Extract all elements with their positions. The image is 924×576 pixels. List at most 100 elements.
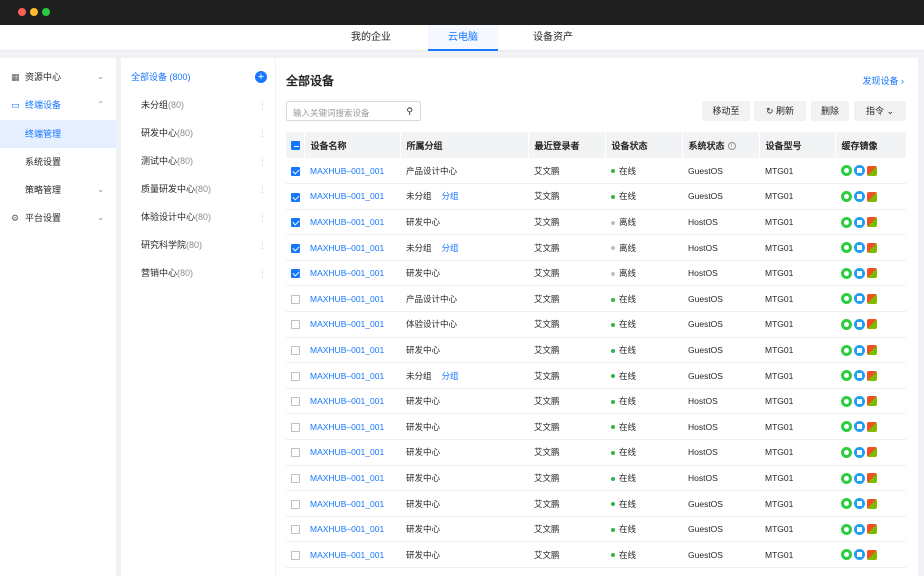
device-name-link[interactable]: MAXHUB–001_001 bbox=[310, 268, 384, 278]
sidebar-item-resource-center[interactable]: ▦ 资源中心 ⌄ bbox=[0, 63, 116, 91]
table-row[interactable]: MAXHUB–001_001 研发中心 艾文鹏 在线 HostOS MTG01 bbox=[286, 439, 906, 466]
table-row[interactable]: MAXHUB–001_001 体验设计中心 艾文鹏 在线 GuestOS MTG01 bbox=[286, 311, 906, 338]
info-icon[interactable]: i bbox=[727, 142, 736, 151]
status-dot-icon bbox=[611, 374, 615, 379]
device-name-link[interactable]: MAXHUB–001_001 bbox=[310, 371, 384, 381]
sidebar-item-platform-settings[interactable]: ⚙ 平台设置 ⌄ bbox=[0, 204, 116, 232]
assign-group-link[interactable]: 分组 bbox=[442, 191, 459, 201]
row-checkbox[interactable] bbox=[291, 371, 300, 381]
more-icon[interactable]: ⋮ bbox=[258, 259, 267, 287]
table-row[interactable]: MAXHUB–001_001 产品设计中心 艾文鹏 在线 GuestOS MTG01 bbox=[286, 158, 906, 185]
row-checkbox[interactable] bbox=[291, 397, 300, 407]
table-row[interactable]: MAXHUB–001_001 研发中心 艾文鹏 离线 HostOS MTG01 bbox=[286, 260, 906, 287]
group-item[interactable]: 研发中心(80) ⋮ bbox=[121, 119, 275, 147]
command-button[interactable]: 指令 ⌄ bbox=[854, 101, 906, 121]
add-group-button[interactable]: + bbox=[255, 71, 267, 83]
table-row[interactable]: MAXHUB–001_001 研发中心 艾文鹏 在线 GuestOS MTG01 bbox=[286, 516, 906, 543]
group-item[interactable]: 测试中心(80) ⋮ bbox=[121, 147, 275, 175]
status-dot-icon bbox=[611, 169, 615, 174]
select-all-checkbox[interactable] bbox=[291, 141, 300, 151]
monitor-icon: ▭ bbox=[11, 100, 20, 110]
group-all-devices[interactable]: 全部设备 (800) + bbox=[121, 63, 275, 91]
row-checkbox[interactable] bbox=[291, 166, 300, 176]
minimize-window-button[interactable] bbox=[30, 8, 38, 16]
row-checkbox[interactable] bbox=[291, 269, 300, 279]
device-name-link[interactable]: MAXHUB–001_001 bbox=[310, 447, 384, 457]
col-header: 系统状态 i bbox=[682, 132, 760, 158]
close-window-button[interactable] bbox=[18, 8, 26, 16]
table-row[interactable]: MAXHUB–001_001 研发中心 艾文鹏 在线 GuestOS MTG01 bbox=[286, 337, 906, 364]
refresh-button[interactable]: ↻ 刷新 bbox=[754, 101, 806, 121]
windows-xp-icon bbox=[867, 165, 877, 176]
table-row[interactable]: MAXHUB–001_001 研发中心 艾文鹏 在线 HostOS MTG01 bbox=[286, 465, 906, 492]
row-checkbox[interactable] bbox=[291, 499, 300, 509]
more-icon[interactable]: ⋮ bbox=[258, 203, 267, 231]
sidebar-item-terminal-devices[interactable]: ▭ 终端设备 ⌃ bbox=[0, 91, 116, 119]
search-icon[interactable]: ⚲ bbox=[406, 106, 413, 117]
device-name-link[interactable]: MAXHUB–001_001 bbox=[310, 191, 384, 201]
maximize-window-button[interactable] bbox=[42, 8, 50, 16]
row-checkbox[interactable] bbox=[291, 320, 300, 330]
discover-devices-link[interactable]: 发现设备 › bbox=[862, 74, 904, 87]
group-item[interactable]: 营销中心(80) ⋮ bbox=[121, 259, 275, 287]
row-checkbox[interactable] bbox=[291, 294, 300, 304]
device-name-link[interactable]: MAXHUB–001_001 bbox=[310, 499, 384, 509]
device-name-link[interactable]: MAXHUB–001_001 bbox=[310, 319, 384, 329]
table-row[interactable]: MAXHUB–001_001 研发中心 艾文鹏 离线 HostOS MTG01 bbox=[286, 209, 906, 236]
row-checkbox[interactable] bbox=[291, 474, 300, 484]
more-icon[interactable]: ⋮ bbox=[258, 91, 267, 119]
group-item[interactable]: 体验设计中心(80) ⋮ bbox=[121, 203, 275, 231]
device-name-link[interactable]: MAXHUB–001_001 bbox=[310, 396, 384, 406]
device-name-link[interactable]: MAXHUB–001_001 bbox=[310, 422, 384, 432]
table-row[interactable]: MAXHUB–001_001 研发中心 艾文鹏 在线 GuestOS MTG01 bbox=[286, 490, 906, 517]
device-name-link[interactable]: MAXHUB–001_001 bbox=[310, 243, 384, 253]
status-text: 在线 bbox=[619, 344, 637, 355]
device-name-link[interactable]: MAXHUB–001_001 bbox=[310, 524, 384, 534]
table-row[interactable]: MAXHUB–001_001 未分组 分组 艾文鹏 在线 GuestOS MTG01 bbox=[286, 183, 906, 210]
table-row[interactable]: MAXHUB–001_001 未分组 分组 艾文鹏 离线 HostOS MTG01 bbox=[286, 234, 906, 261]
device-name-link[interactable]: MAXHUB–001_001 bbox=[310, 294, 384, 304]
assign-group-link[interactable]: 分组 bbox=[442, 243, 459, 253]
group-item[interactable]: 质量研发中心(80) ⋮ bbox=[121, 175, 275, 203]
sidebar-item-terminal-management[interactable]: 终端管理 bbox=[0, 120, 116, 148]
table-row[interactable]: MAXHUB–001_001 未分组 分组 艾文鹏 在线 GuestOS MTG01 bbox=[286, 362, 906, 389]
more-icon[interactable]: ⋮ bbox=[258, 147, 267, 175]
tab-cloud-pc[interactable]: 云电脑 bbox=[428, 25, 498, 51]
table-row[interactable]: MAXHUB–001_001 研发中心 艾文鹏 在线 HostOS MTG01 bbox=[286, 413, 906, 441]
more-icon[interactable]: ⋮ bbox=[258, 175, 267, 203]
tab-my-enterprise[interactable]: 我的企业 bbox=[336, 25, 406, 51]
row-checkbox[interactable] bbox=[291, 525, 300, 535]
more-icon[interactable]: ⋮ bbox=[258, 119, 267, 147]
table-row[interactable]: MAXHUB–001_001 研发中心 艾文鹏 在线 GuestOS MTG01 bbox=[286, 541, 906, 568]
more-icon[interactable]: ⋮ bbox=[258, 231, 267, 259]
move-to-button[interactable]: 移动至 bbox=[702, 101, 750, 121]
device-name-link[interactable]: MAXHUB–001_001 bbox=[310, 550, 384, 560]
device-name-link[interactable]: MAXHUB–001_001 bbox=[310, 345, 384, 355]
device-status-cell: 离线 bbox=[605, 234, 682, 261]
device-name-link[interactable]: MAXHUB–001_001 bbox=[310, 217, 384, 227]
row-checkbox[interactable] bbox=[291, 192, 300, 202]
table-row[interactable]: MAXHUB–001_001 研发中心 艾文鹏 在线 HostOS MTG01 bbox=[286, 388, 906, 415]
row-checkbox[interactable] bbox=[291, 346, 300, 356]
sidebar-item-system-settings[interactable]: 系统设置 bbox=[0, 148, 116, 176]
last-user-cell: 艾文鹏 bbox=[528, 465, 605, 492]
status-dot-icon bbox=[611, 502, 615, 507]
row-checkbox[interactable] bbox=[291, 550, 300, 560]
tab-device-assets[interactable]: 设备资产 bbox=[518, 25, 588, 51]
device-status-cell: 在线 bbox=[605, 362, 682, 389]
search-input[interactable]: 输入关键词搜索设备 ⚲ bbox=[286, 101, 421, 121]
row-checkbox[interactable] bbox=[291, 422, 300, 432]
device-name-link[interactable]: MAXHUB–001_001 bbox=[310, 166, 384, 176]
delete-button[interactable]: 删除 bbox=[811, 101, 849, 121]
system-status-cell: GuestOS bbox=[682, 516, 759, 543]
group-item[interactable]: 未分组(80) ⋮ bbox=[121, 91, 275, 119]
sidebar-item-policy-management[interactable]: 策略管理 ⌄ bbox=[0, 176, 116, 204]
table-row[interactable]: MAXHUB–001_001 产品设计中心 艾文鹏 在线 GuestOS MTG01 bbox=[286, 285, 906, 313]
assign-group-link[interactable]: 分组 bbox=[442, 371, 459, 381]
row-checkbox[interactable] bbox=[291, 218, 300, 228]
group-item[interactable]: 研究科学院(80) ⋮ bbox=[121, 231, 275, 259]
row-checkbox[interactable] bbox=[291, 243, 300, 253]
row-checkbox[interactable] bbox=[291, 448, 300, 458]
device-name-link[interactable]: MAXHUB–001_001 bbox=[310, 473, 384, 483]
windows-icon bbox=[854, 216, 865, 228]
